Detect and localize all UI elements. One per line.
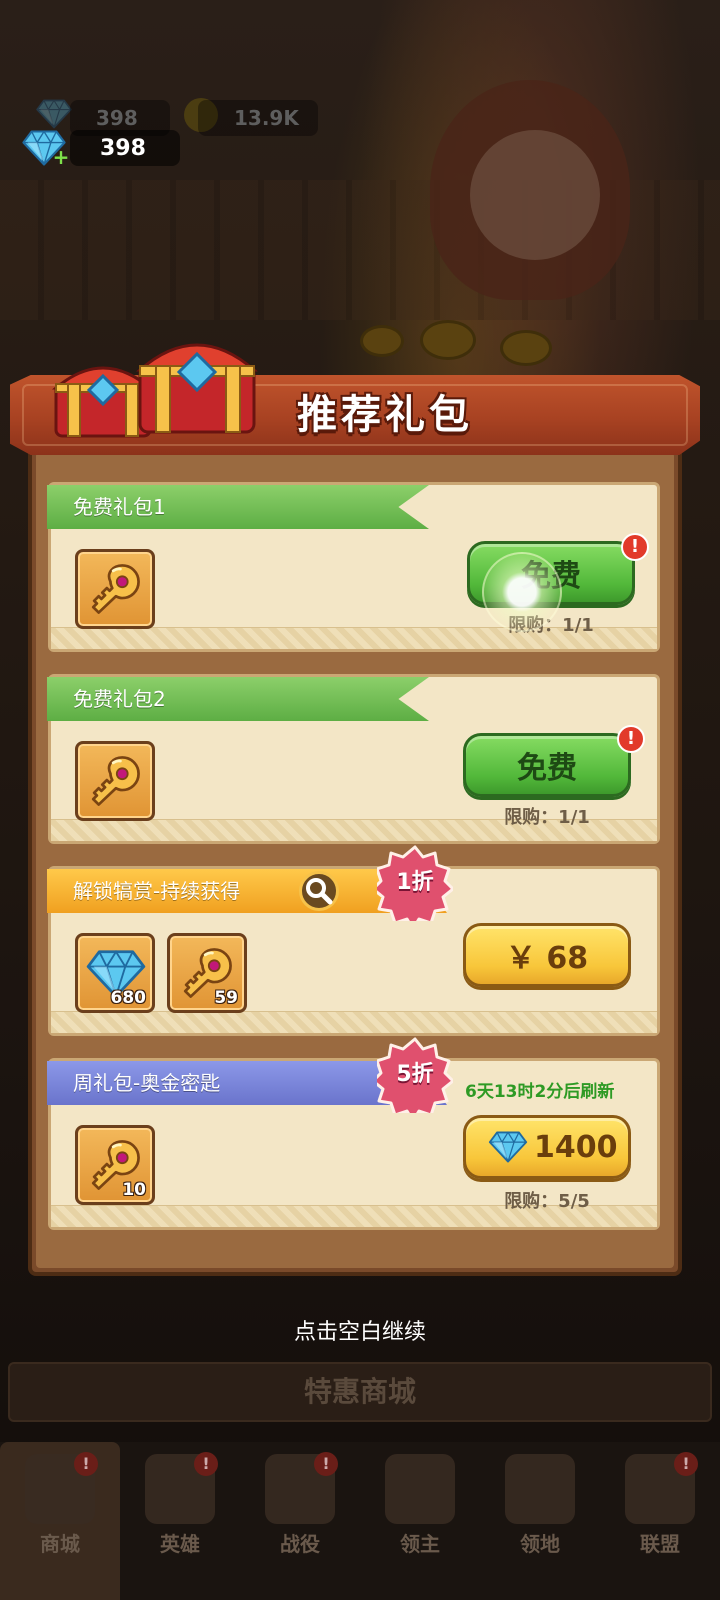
add-gems-icon[interactable]: +	[52, 147, 70, 167]
golden-key-icon	[86, 752, 144, 810]
gems-counter[interactable]: 398	[70, 130, 180, 166]
nav-tab-territory[interactable]: 领地	[480, 1442, 600, 1600]
pack-card-weekly: 周礼包-奥金密匙 5折 6天13时2分后刷新 10 1400 限购：5/5	[47, 1058, 660, 1230]
nav-tab-lord[interactable]: 领主	[360, 1442, 480, 1600]
magnifier-icon[interactable]	[299, 871, 339, 911]
coins-value: 13.9K	[234, 106, 299, 130]
nav-label: 联盟	[640, 1532, 680, 1556]
purchase-limit: 限购：5/5	[504, 1191, 590, 1212]
castle-icon	[505, 1454, 575, 1524]
item-quantity: 10	[122, 1180, 146, 1200]
coins-counter: 13.9K	[198, 100, 318, 136]
item-quantity: 680	[110, 988, 147, 1008]
shopkeeper-face	[470, 130, 600, 260]
reward-item-slot[interactable]	[75, 741, 155, 821]
alert-badge-icon: !	[621, 533, 649, 561]
claim-free-button[interactable]: 免费	[463, 733, 631, 797]
discount-label: 5折	[396, 1062, 434, 1087]
treasure-chest-icon	[136, 343, 258, 434]
pack-card-free-2: 免费礼包2 免费 ! 限购：1/1	[47, 674, 660, 844]
background-coin	[360, 325, 404, 357]
nav-tab-campaign[interactable]: 战役 !	[240, 1442, 360, 1600]
gems-value: 398	[100, 135, 146, 161]
nav-tab-shop[interactable]: 商城 !	[0, 1442, 120, 1600]
discount-badge: 5折	[377, 1037, 453, 1113]
buy-with-gems-button[interactable]: 1400	[463, 1115, 631, 1179]
discount-label: 1折	[396, 870, 434, 895]
pack-card-unlock-rewards: 解锁犒赏-持续获得 1折 680 59 ￥ 68	[47, 866, 660, 1036]
tap-glow-indicator	[482, 552, 562, 632]
special-shop-banner: 特惠商城	[8, 1362, 712, 1422]
lord-crown-icon	[385, 1454, 455, 1524]
alert-badge-icon: !	[194, 1452, 218, 1476]
gems-value-background: 398	[96, 106, 138, 130]
reward-item-slot[interactable]: 680	[75, 933, 155, 1013]
item-quantity: 59	[214, 988, 238, 1008]
gem-icon-dim	[36, 98, 72, 130]
diamond-icon	[488, 1130, 528, 1164]
refresh-timer: 6天13时2分后刷新	[465, 1082, 615, 1102]
nav-label: 战役	[280, 1532, 320, 1556]
alert-badge-icon: !	[674, 1452, 698, 1476]
buy-price-button[interactable]: ￥ 68	[463, 923, 631, 987]
alert-badge-icon: !	[314, 1452, 338, 1476]
nav-tab-alliance[interactable]: 联盟 !	[600, 1442, 720, 1600]
tap-to-continue-hint[interactable]: 点击空白继续	[0, 1314, 720, 1346]
gem-price: 1400	[534, 1129, 618, 1165]
nav-label: 商城	[40, 1532, 80, 1556]
nav-label: 英雄	[160, 1532, 200, 1556]
reward-item-slot[interactable]: 59	[167, 933, 247, 1013]
pack-card-free-1: 免费礼包1 免费 ! 限购：1/1	[47, 482, 660, 652]
bottom-navigation: 商城 ! 英雄 ! 战役 ! 领主 领地 联盟 !	[0, 1442, 720, 1600]
nav-label: 领主	[400, 1532, 440, 1556]
pack-name-ribbon: 免费礼包2	[47, 677, 429, 721]
purchase-limit: 限购：1/1	[504, 807, 590, 828]
background-coin	[500, 330, 552, 366]
golden-key-icon	[86, 560, 144, 618]
alert-badge-icon: !	[617, 725, 645, 753]
nav-tab-heroes[interactable]: 英雄 !	[120, 1442, 240, 1600]
reward-item-slot[interactable]: 10	[75, 1125, 155, 1205]
pack-name-ribbon: 免费礼包1	[47, 485, 429, 529]
background-coin	[420, 320, 476, 360]
card-base	[51, 1011, 657, 1033]
popup-title: 推荐礼包	[297, 392, 473, 438]
discount-badge: 1折	[377, 845, 453, 921]
reward-item-slot[interactable]	[75, 549, 155, 629]
alert-badge-icon: !	[74, 1452, 98, 1476]
nav-label: 领地	[520, 1532, 560, 1556]
